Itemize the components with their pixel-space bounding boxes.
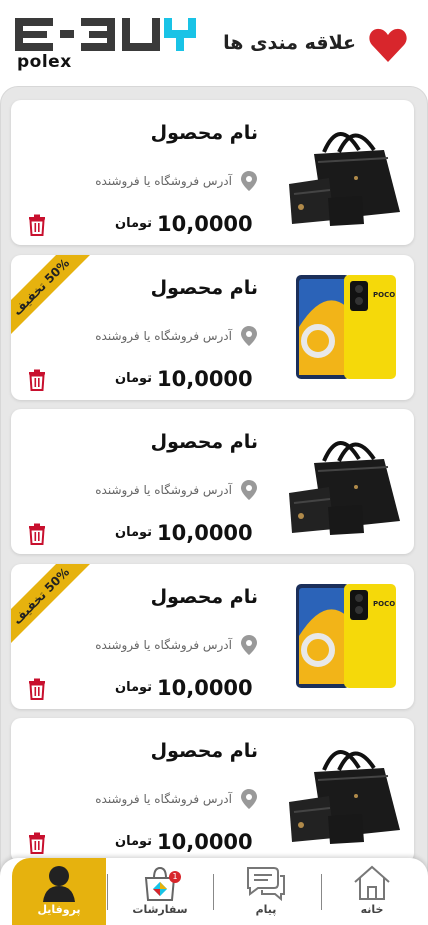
location-icon (241, 326, 257, 346)
chat-icon (247, 867, 285, 902)
store-address: آدرس فروشگاه یا فروشنده (95, 329, 232, 343)
nav-divider (321, 874, 322, 910)
product-card[interactable]: نام محصول آدرس فروشگاه یا فروشنده 10,000… (11, 100, 414, 245)
favorites-list[interactable]: نام محصول آدرس فروشگاه یا فروشنده 10,000… (0, 86, 428, 876)
heart-icon (369, 28, 407, 62)
app-header: polex علاقه مندی ها (0, 0, 428, 86)
product-price: 10,0000 (157, 367, 253, 391)
logo-subtitle: polex (17, 52, 72, 72)
nav-messages[interactable]: پیام (221, 858, 311, 925)
currency-label: تومان (115, 680, 153, 695)
phone-image: POCO (296, 275, 396, 379)
currency-label: تومان (115, 216, 153, 231)
product-name: نام محصول (150, 122, 258, 144)
phone-image: POCO (296, 584, 396, 688)
product-price: 10,0000 (157, 830, 253, 854)
handbag-image (289, 750, 400, 844)
currency-label: تومان (115, 371, 153, 386)
nav-divider (213, 874, 214, 910)
product-price: 10,0000 (157, 212, 253, 236)
nav-profile-label: پروفایل (37, 903, 81, 916)
currency-label: تومان (115, 525, 153, 540)
location-icon (241, 171, 257, 191)
handbag-image (289, 132, 400, 226)
location-icon (241, 789, 257, 809)
trash-icon[interactable] (27, 214, 47, 236)
product-card[interactable]: POCO 50% تخفیف نام محصول آدرس فروشگاه یا… (11, 564, 414, 709)
location-icon (241, 635, 257, 655)
discount-ribbon: 50% تخفیف (11, 255, 97, 341)
product-card[interactable]: نام محصول آدرس فروشگاه یا فروشنده 10,000… (11, 409, 414, 554)
product-name: نام محصول (150, 431, 258, 453)
product-name: نام محصول (150, 586, 258, 608)
bottom-nav: پروفایل 1 سفارشات پیام خانه (0, 858, 428, 925)
nav-orders[interactable]: 1 سفارشات (115, 858, 205, 925)
store-address: آدرس فروشگاه یا فروشنده (95, 483, 232, 497)
nav-home[interactable]: خانه (327, 858, 417, 925)
orders-badge: 1 (169, 871, 181, 883)
trash-icon[interactable] (27, 832, 47, 854)
handbag-image (289, 441, 400, 535)
store-address: آدرس فروشگاه یا فروشنده (95, 792, 232, 806)
product-price: 10,0000 (157, 521, 253, 545)
shopping-bag-icon (144, 866, 176, 901)
product-name: نام محصول (150, 740, 258, 762)
nav-messages-label: پیام (255, 903, 277, 916)
nav-divider (107, 874, 108, 910)
store-address: آدرس فروشگاه یا فروشنده (95, 638, 232, 652)
nav-home-label: خانه (360, 903, 384, 916)
product-price: 10,0000 (157, 676, 253, 700)
store-address: آدرس فروشگاه یا فروشنده (95, 174, 232, 188)
nav-orders-label: سفارشات (132, 903, 188, 916)
trash-icon[interactable] (27, 369, 47, 391)
nav-profile[interactable]: پروفایل (12, 858, 106, 925)
home-icon (354, 865, 390, 900)
currency-label: تومان (115, 834, 153, 849)
location-icon (241, 480, 257, 500)
trash-icon[interactable] (27, 523, 47, 545)
discount-ribbon: 50% تخفیف (11, 564, 97, 650)
page-title: علاقه مندی ها (223, 32, 356, 54)
svg-text:POCO: POCO (373, 291, 395, 299)
product-card[interactable]: POCO 50% تخفیف نام محصول آدرس فروشگاه یا… (11, 255, 414, 400)
product-card[interactable]: نام محصول آدرس فروشگاه یا فروشنده 10,000… (11, 718, 414, 863)
product-name: نام محصول (150, 277, 258, 299)
svg-text:POCO: POCO (373, 600, 395, 608)
trash-icon[interactable] (27, 678, 47, 700)
profile-icon (43, 866, 75, 902)
